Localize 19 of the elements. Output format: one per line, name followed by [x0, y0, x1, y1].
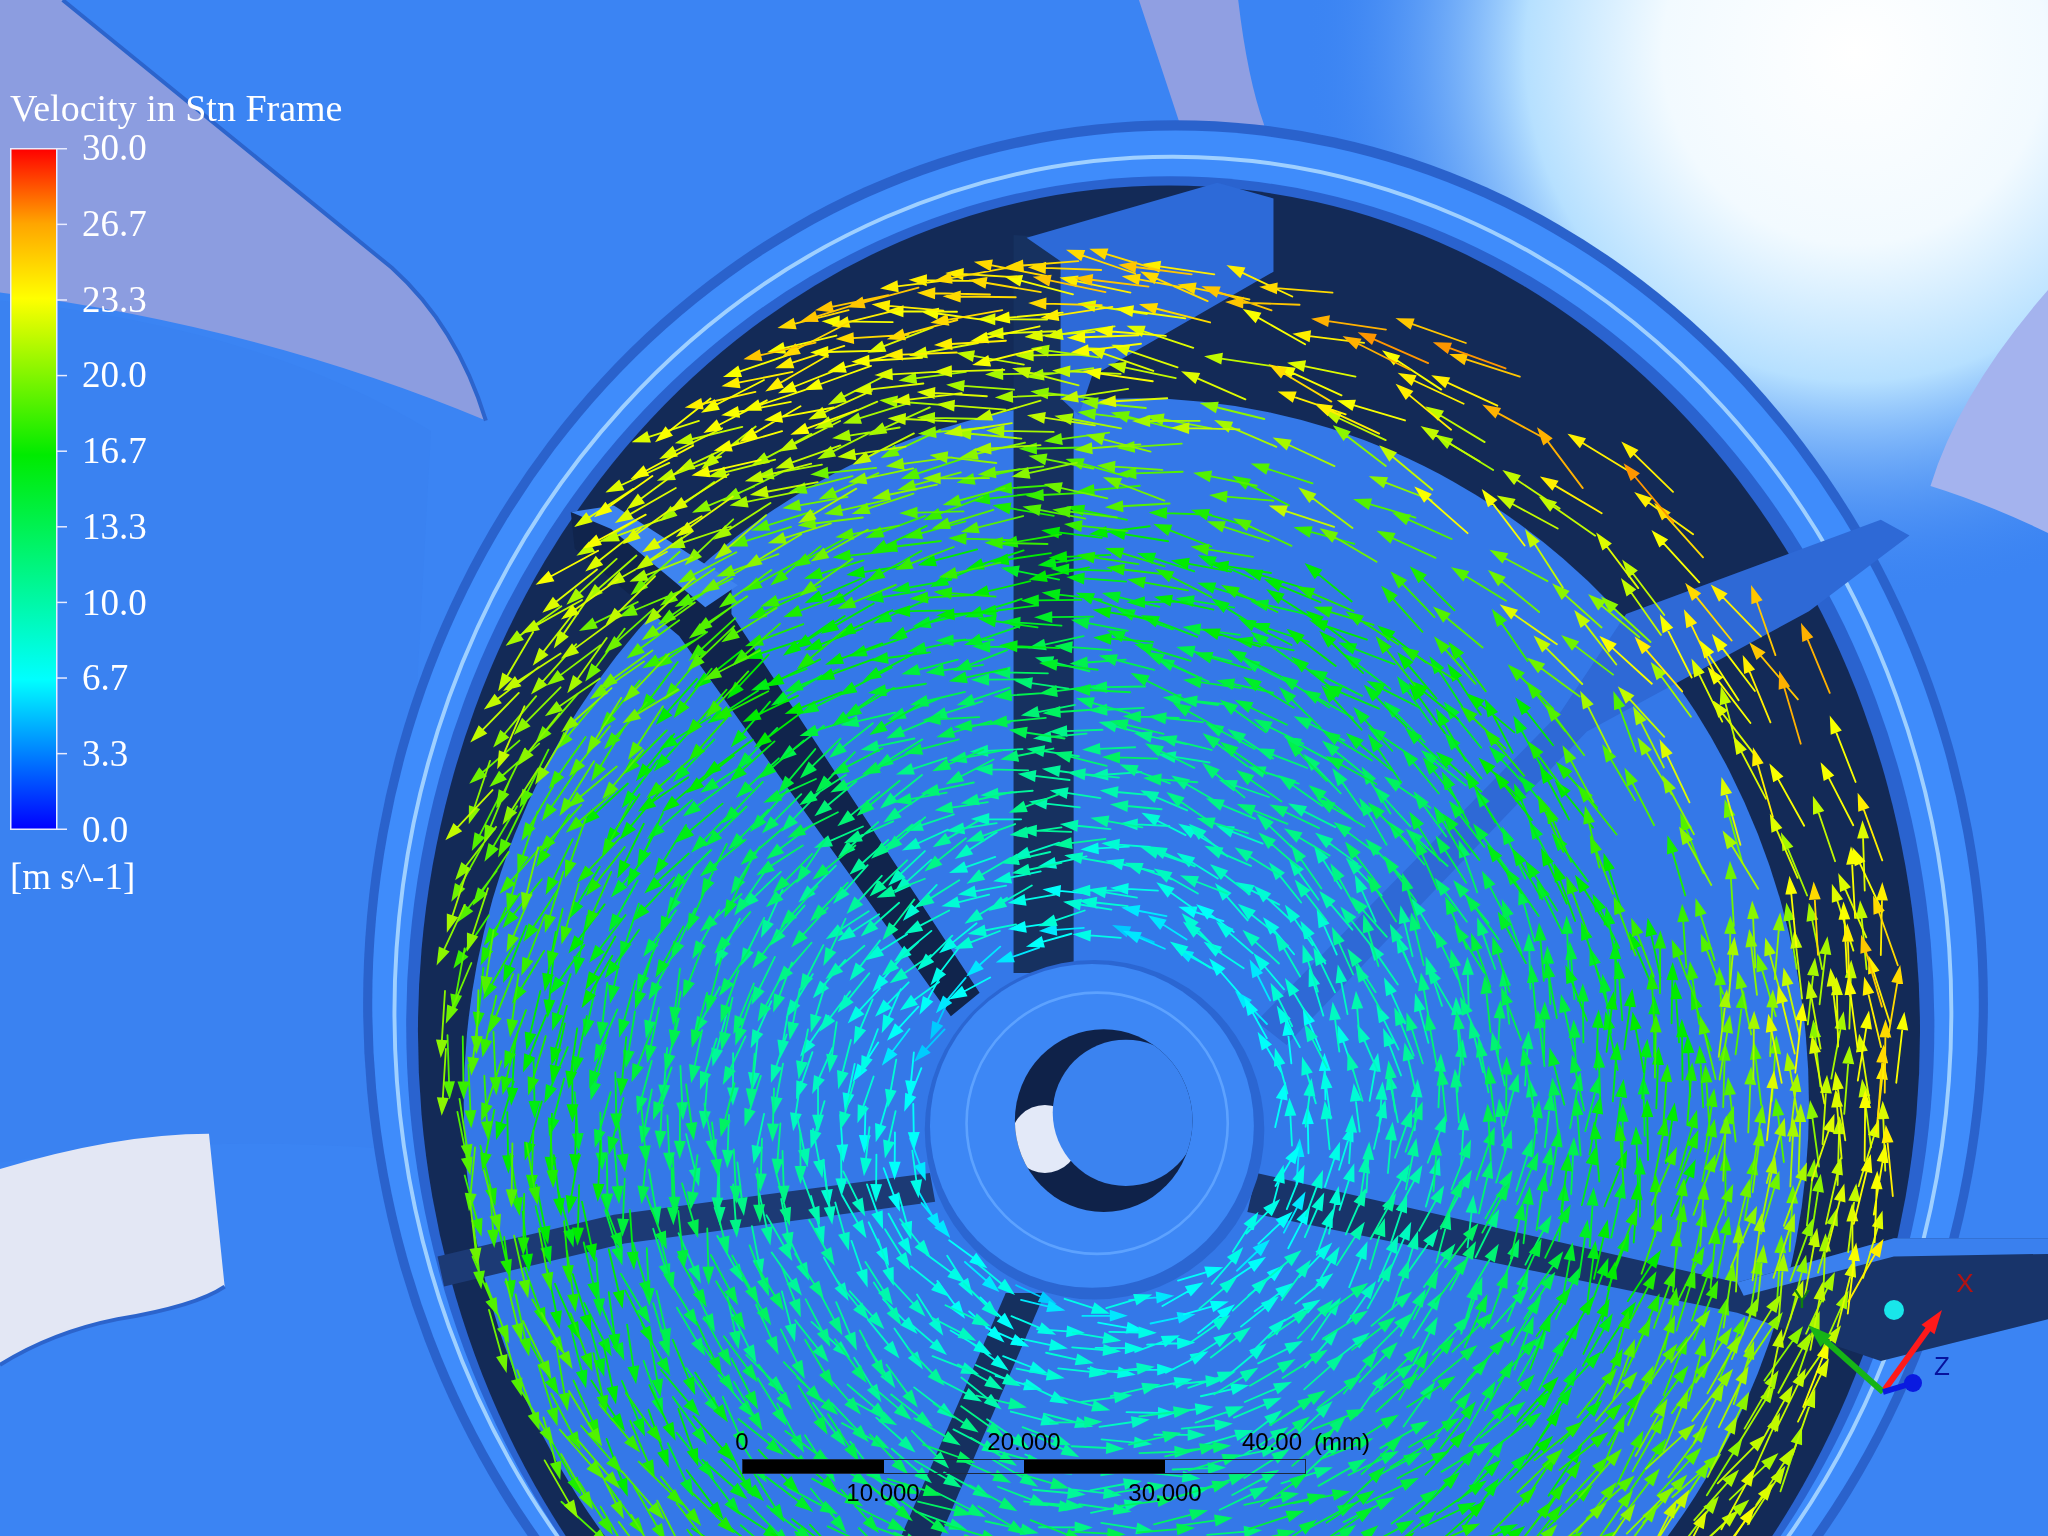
- legend-unit-label: [m s^-1]: [10, 856, 137, 898]
- legend-tick-label: 3.3: [82, 736, 130, 773]
- legend-tick-label: 10.0: [82, 584, 147, 621]
- sphere-icon: [1884, 1300, 1904, 1320]
- legend-tick-label: 30.0: [82, 130, 147, 166]
- legend-tick-label: 13.3: [82, 508, 147, 545]
- legend-tick-label: 20.0: [82, 357, 147, 394]
- scale-label: 20.000: [987, 1428, 1061, 1456]
- legend-tick-label: 0.0: [82, 811, 130, 848]
- axis-label: X: [1956, 1268, 1974, 1298]
- scale-unit-label: (mm): [1314, 1428, 1370, 1456]
- scale-label: 30.000: [1128, 1479, 1202, 1507]
- legend-title: Velocity in Stn Frame: [10, 86, 343, 130]
- legend-tick-label: 23.3: [82, 281, 147, 318]
- scale-label: 40.00: [1242, 1428, 1303, 1456]
- legend-tick-label: 26.7: [82, 205, 147, 242]
- axis-label: Z: [1934, 1351, 1950, 1381]
- legend-tick-label: 6.7: [82, 660, 130, 697]
- legend-tick-label: 16.7: [82, 433, 147, 470]
